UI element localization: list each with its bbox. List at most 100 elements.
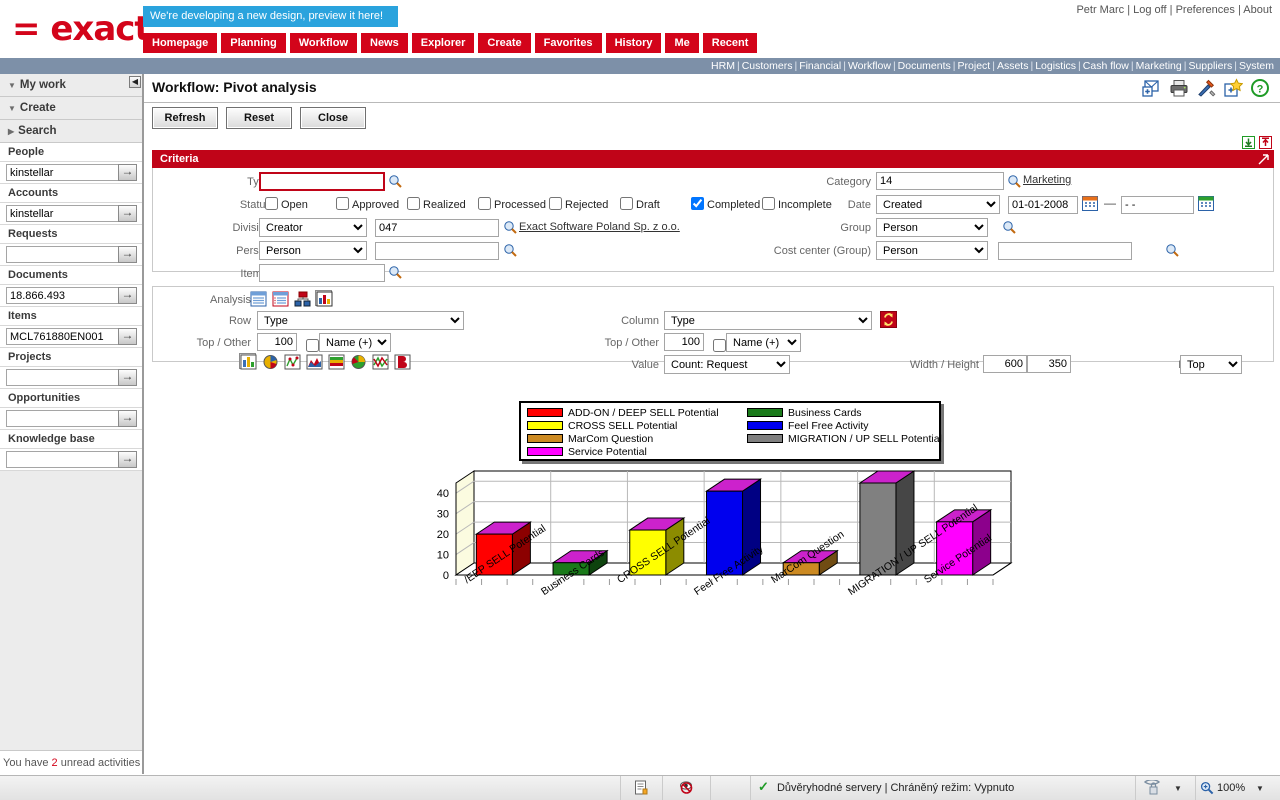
type-input[interactable]	[259, 172, 385, 191]
preferences-link[interactable]: Preferences	[1176, 4, 1235, 16]
row-top-other-input[interactable]	[257, 333, 297, 351]
doughnut-chart-icon[interactable]	[349, 353, 366, 369]
notes-icon[interactable]	[634, 780, 649, 798]
help-icon[interactable]: ?	[1250, 78, 1270, 98]
sidebar-collapse-icon[interactable]: ◀	[129, 76, 141, 88]
date-from-input[interactable]	[1008, 196, 1078, 214]
sidebar-search-input-requests[interactable]	[6, 246, 118, 263]
panel-pin-icon[interactable]	[1258, 153, 1269, 165]
card-view-icon[interactable]	[271, 290, 289, 307]
item1-input[interactable]	[259, 264, 385, 282]
subnav-item-suppliers[interactable]: Suppliers	[1188, 60, 1232, 72]
about-link[interactable]: About	[1243, 4, 1272, 16]
column-sort-select[interactable]: Name (+)	[726, 333, 801, 352]
blocked-popup-icon[interactable]	[679, 780, 694, 798]
sidebar-search-input-accounts[interactable]	[6, 205, 118, 222]
sidebar-group-my-work[interactable]: ▼ My work	[0, 74, 142, 97]
column-select[interactable]: Type	[664, 311, 872, 330]
division-name-link[interactable]: Exact Software Poland Sp. z o.o.	[519, 221, 680, 233]
sidebar-go-button-documents[interactable]	[118, 287, 137, 304]
person-value-input[interactable]	[375, 242, 499, 260]
status-checkbox-input-completed[interactable]	[691, 197, 704, 210]
status-checkbox-draft[interactable]: Draft	[620, 197, 660, 211]
subnav-item-hrm[interactable]: HRM	[711, 60, 735, 72]
scatter-chart-icon[interactable]	[283, 353, 301, 370]
funnel-chart-icon[interactable]	[393, 353, 411, 370]
sidebar-search-input-projects[interactable]	[6, 369, 118, 386]
column-top-other-input[interactable]	[664, 333, 704, 351]
chart-view-icon[interactable]	[315, 290, 333, 307]
nav-button-news[interactable]: News	[361, 33, 408, 53]
date-from-calendar-icon[interactable]	[1082, 196, 1098, 211]
costcenter-value-input[interactable]	[998, 242, 1132, 260]
subnav-item-customers[interactable]: Customers	[742, 60, 793, 72]
sidebar-go-button-opportunities[interactable]	[118, 410, 137, 427]
new-window-icon[interactable]	[1142, 78, 1162, 98]
status-checkbox-processed[interactable]: Processed	[478, 197, 546, 211]
tree-view-icon[interactable]	[293, 290, 311, 307]
date-to-calendar-icon[interactable]	[1198, 196, 1214, 211]
row-sort-select[interactable]: Name (+)	[319, 333, 391, 352]
subnav-item-project[interactable]: Project	[958, 60, 991, 72]
status-checkbox-completed[interactable]: Completed	[691, 197, 760, 211]
status-checkbox-open[interactable]: Open	[265, 197, 308, 211]
promo-banner[interactable]: We're developing a new design, preview i…	[143, 6, 398, 27]
subnav-item-cash-flow[interactable]: Cash flow	[1083, 60, 1129, 72]
costcenter-select[interactable]: Person	[876, 241, 988, 260]
nav-button-recent[interactable]: Recent	[702, 33, 758, 53]
sidebar-go-button-requests[interactable]	[118, 246, 137, 263]
nav-button-me[interactable]: Me	[665, 33, 699, 53]
nav-button-create[interactable]: Create	[478, 33, 531, 53]
category-input[interactable]	[876, 172, 1004, 190]
swap-row-column-icon[interactable]	[880, 311, 897, 328]
type-lookup-icon[interactable]	[388, 174, 402, 189]
division-lookup-icon[interactable]	[503, 220, 517, 235]
sidebar-search-input-documents[interactable]	[6, 287, 118, 304]
sidebar-go-button-knowledge-base[interactable]	[118, 451, 137, 468]
subnav-item-financial[interactable]: Financial	[799, 60, 841, 72]
person-lookup-icon[interactable]	[503, 243, 517, 258]
print-icon[interactable]	[1169, 78, 1189, 98]
sidebar-search-input-knowledge-base[interactable]	[6, 451, 118, 468]
row-select[interactable]: Type	[257, 311, 464, 330]
status-checkbox-rejected[interactable]: Rejected	[549, 197, 608, 211]
bar-chart-icon[interactable]	[239, 353, 257, 370]
category-lookup-icon[interactable]	[1007, 174, 1021, 189]
division-code-input[interactable]	[375, 219, 499, 237]
sidebar-go-button-accounts[interactable]	[118, 205, 137, 222]
security-level-control[interactable]: ▼	[1135, 776, 1195, 800]
status-checkbox-input-realized[interactable]	[407, 197, 420, 210]
expand-all-icon[interactable]	[1259, 136, 1272, 149]
sidebar-go-button-projects[interactable]	[118, 369, 137, 386]
list-view-icon[interactable]	[249, 290, 267, 307]
status-checkbox-input-draft[interactable]	[620, 197, 633, 210]
security-zone-status[interactable]: ✓ Důvěryhodné servery | Chráněný režim: …	[750, 776, 1135, 800]
chart-height-input[interactable]	[1027, 355, 1071, 373]
chevron-down-icon[interactable]: ▼	[1174, 784, 1182, 793]
status-checkbox-input-processed[interactable]	[478, 197, 491, 210]
date-to-input[interactable]	[1121, 196, 1194, 214]
zoom-control[interactable]: 100% ▼	[1195, 776, 1280, 800]
add-favorite-icon[interactable]	[1223, 78, 1244, 98]
status-checkbox-input-incomplete[interactable]	[762, 197, 775, 210]
group-select[interactable]: Person	[876, 218, 988, 237]
item1-lookup-icon[interactable]	[388, 265, 402, 280]
nav-button-explorer[interactable]: Explorer	[411, 33, 475, 53]
status-checkbox-realized[interactable]: Realized	[407, 197, 466, 211]
pie-chart-icon[interactable]	[261, 353, 278, 369]
value-select[interactable]: Count: Request	[664, 355, 790, 374]
group-lookup-icon[interactable]	[1002, 220, 1016, 235]
status-checkbox-approved[interactable]: Approved	[336, 197, 399, 211]
area-chart-icon[interactable]	[305, 353, 323, 370]
zoom-chevron-down-icon[interactable]: ▼	[1256, 784, 1264, 793]
nav-button-workflow[interactable]: Workflow	[289, 33, 357, 53]
logoff-link[interactable]: Log off	[1133, 4, 1166, 16]
nav-button-homepage[interactable]: Homepage	[143, 33, 218, 53]
chart-width-input[interactable]	[983, 355, 1027, 373]
status-checkbox-input-approved[interactable]	[336, 197, 349, 210]
sidebar-go-button-people[interactable]	[118, 164, 137, 181]
tools-icon[interactable]	[1196, 78, 1216, 98]
person-select[interactable]: Person	[259, 241, 367, 260]
sidebar-search-input-people[interactable]	[6, 164, 118, 181]
nav-button-favorites[interactable]: Favorites	[534, 33, 602, 53]
